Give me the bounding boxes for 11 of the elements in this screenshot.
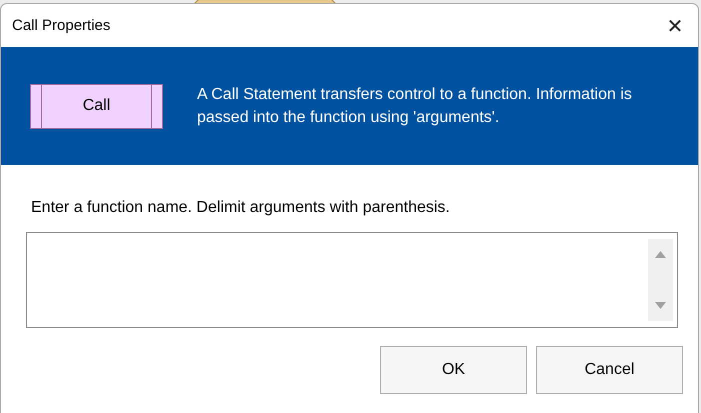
dialog-button[interactable]: OK: [380, 346, 527, 394]
scroll-up-icon[interactable]: [655, 251, 666, 258]
prompt-text: Enter a function name. Delimit arguments with parenthesis.: [31, 199, 451, 217]
window-title: Call Properties: [12, 17, 110, 34]
scrollbar[interactable]: [648, 239, 673, 321]
call-symbol: Call: [30, 84, 163, 128]
function-name-field[interactable]: [26, 232, 678, 328]
scroll-down-icon[interactable]: [655, 302, 666, 309]
description-text: A Call Statement transfers control to a function. Information is passed into the function using 'arguments'.: [197, 85, 633, 128]
dialog-button[interactable]: Cancel: [536, 346, 683, 394]
close-button[interactable]: ✕: [652, 4, 698, 47]
